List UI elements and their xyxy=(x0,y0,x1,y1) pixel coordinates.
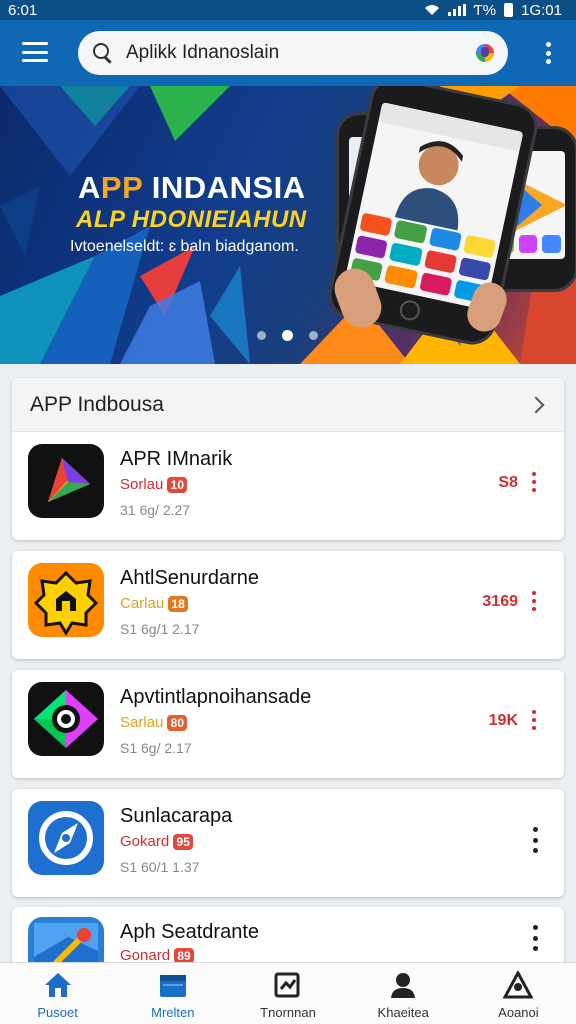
app-value: S8 xyxy=(498,474,518,491)
app-subtext: 31 6g/ 2.27 xyxy=(120,502,191,518)
nav-label: Mrelten xyxy=(151,1005,195,1020)
nav-item-account[interactable]: Aoanoi xyxy=(461,963,576,1024)
kebab-menu-icon[interactable] xyxy=(532,710,536,730)
list-item[interactable]: Apvtintlapnoihansade Sarlau 80 S1 6g/ 2.1… xyxy=(12,670,564,778)
chevron-right-icon[interactable] xyxy=(527,396,545,413)
wifi-icon xyxy=(424,5,439,15)
status-time: 6:01 xyxy=(8,1,38,19)
app-name: AhtlSenurdarne xyxy=(120,567,259,589)
nav-label: Tnornnan xyxy=(260,1005,316,1020)
banner-subtitle: ALP HDONIEIAHUN xyxy=(76,206,307,233)
account-icon xyxy=(503,971,534,999)
carousel-dot-active[interactable] xyxy=(282,330,293,341)
folder-icon xyxy=(159,975,186,997)
app-name: Sunlacarapa xyxy=(120,805,233,827)
play-triangle-icon xyxy=(28,444,104,518)
battery-icon xyxy=(504,3,514,17)
status-battery-text: 1G:01 xyxy=(521,1,562,19)
app-meta: Sarlau 80 xyxy=(120,714,188,731)
home-icon xyxy=(44,973,71,997)
nav-label: Aoanoi xyxy=(498,1005,539,1020)
carousel-dots xyxy=(257,330,318,341)
more-options-icon[interactable] xyxy=(546,42,552,64)
nav-item-edit[interactable]: Tnornnan xyxy=(230,963,345,1024)
status-percent: Ƭ% xyxy=(473,1,497,19)
section-title: APP Indbousa xyxy=(30,392,164,416)
app-meta: Sorlau 10 xyxy=(120,476,188,493)
app-name: Aph Seatdrante xyxy=(120,921,259,943)
app-section-card: APP Indbousa APR IMnarik Sorlau 10 31 6g/… xyxy=(12,378,564,540)
banner-title: APP INDANSIA xyxy=(78,170,306,205)
app-badge: 10 xyxy=(167,476,188,493)
kebab-menu-icon[interactable] xyxy=(532,591,536,611)
app-subtext: S1 6g/1 2.17 xyxy=(120,621,200,637)
compass-icon xyxy=(28,801,104,875)
app-value: 3169 xyxy=(482,593,518,610)
app-meta: Carlau 18 xyxy=(120,595,189,612)
list-item[interactable]: AhtlSenurdarne Carlau 18 S1 6g/1 2.17 316… xyxy=(12,551,564,659)
edit-square-icon xyxy=(274,972,300,998)
list-item[interactable]: Sunlacarapa Gokard 95 S1 60/1 1.37 xyxy=(12,789,564,897)
promo-banner[interactable]: APP INDANSIA ALP HDONIEIAHUN Ivtoenelsel… xyxy=(0,86,576,364)
kebab-menu-icon[interactable] xyxy=(533,925,538,951)
app-subtext: S1 6g/ 2.17 xyxy=(120,740,192,756)
nav-label: Khaeitea xyxy=(377,1005,429,1020)
app-badge: 80 xyxy=(167,714,188,731)
nav-item-home[interactable]: Pusoet xyxy=(0,963,115,1024)
mic-icon[interactable] xyxy=(476,44,494,62)
menu-icon[interactable] xyxy=(22,42,48,62)
nav-item-person[interactable]: Khaeitea xyxy=(346,963,461,1024)
house-badge-icon xyxy=(28,563,104,637)
nav-label: Pusoet xyxy=(37,1005,78,1020)
carousel-dot[interactable] xyxy=(309,331,318,340)
bottom-navigation: Pusoet Mrelten Tnornnan Khaeitea Aoanoi xyxy=(0,962,576,1024)
list-item[interactable]: APR IMnarik Sorlau 10 31 6g/ 2.27 S8 xyxy=(12,432,564,540)
app-bar xyxy=(0,20,576,86)
kebab-menu-icon[interactable] xyxy=(533,827,538,853)
search-icon xyxy=(92,42,114,64)
app-name: Apvtintlapnoihansade xyxy=(120,686,312,708)
search-bar[interactable] xyxy=(78,31,508,75)
app-meta: Gokard 95 xyxy=(120,833,194,850)
kebab-menu-icon[interactable] xyxy=(532,472,536,492)
carousel-dot[interactable] xyxy=(257,331,266,340)
app-badge: 95 xyxy=(173,833,194,850)
signal-icon xyxy=(447,4,466,16)
app-name: APR IMnarik xyxy=(120,448,233,470)
nav-item-folder[interactable]: Mrelten xyxy=(115,963,230,1024)
section-header[interactable]: APP Indbousa xyxy=(12,378,564,432)
status-bar: 6:01 Ƭ% 1G:01 xyxy=(0,0,576,20)
app-badge: 18 xyxy=(168,595,189,612)
status-icons: Ƭ% 1G:01 xyxy=(424,2,562,19)
ring-diamond-icon xyxy=(28,682,104,756)
person-icon xyxy=(391,973,416,998)
app-subtext: S1 60/1 1.37 xyxy=(120,859,200,875)
app-value: 19K xyxy=(488,712,518,729)
banner-tagline: Ivtoenelseldt: ɛ baln biadganom. xyxy=(70,238,299,255)
search-input[interactable] xyxy=(126,42,476,64)
